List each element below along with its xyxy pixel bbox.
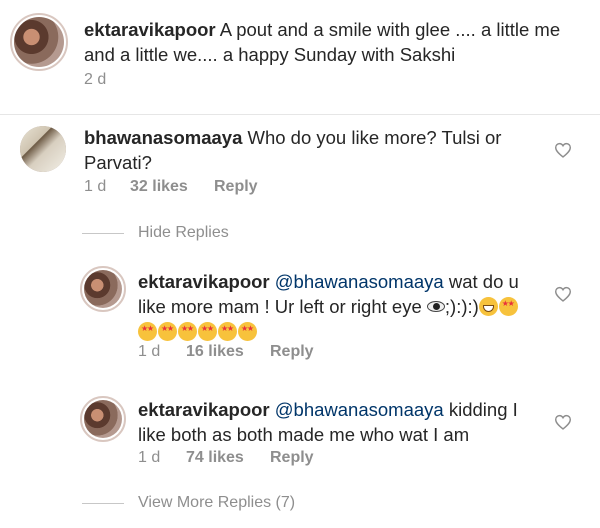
comment-avatar[interactable] [20, 126, 66, 172]
star-struck-icon [498, 297, 518, 316]
reply-text: ektaravikapoor @bhawanasomaaya kidding I… [138, 397, 538, 447]
reply-text: ektaravikapoor @bhawanasomaaya wat do u … [138, 269, 538, 344]
profile-photo [14, 17, 64, 67]
reply-likes[interactable]: 16 likes [186, 343, 270, 361]
star-struck-icon [178, 322, 197, 341]
profile-photo [84, 400, 122, 438]
reply-username[interactable]: ektaravikapoor [138, 399, 270, 420]
reply-meta: 1 d 16 likes Reply [138, 343, 314, 361]
reply-avatar[interactable] [80, 396, 126, 442]
comment-likes[interactable]: 32 likes [130, 178, 214, 196]
star-struck-icon [198, 322, 217, 341]
star-struck-icon [218, 322, 237, 341]
divider [0, 114, 600, 115]
comment-username[interactable]: bhawanasomaaya [84, 127, 242, 148]
grin-face-icon [478, 297, 498, 316]
reply-body-suffix: ;):):) [444, 296, 479, 317]
comment-timestamp: 1 d [84, 178, 107, 195]
star-struck-icon [138, 322, 157, 341]
reply-timestamp: 1 d [138, 449, 161, 466]
comment-text: bhawanasomaaya Who do you like more? Tul… [84, 125, 524, 175]
reply-mention[interactable]: @bhawanasomaaya [275, 271, 444, 292]
toggle-line [82, 232, 124, 234]
reply-likes[interactable]: 74 likes [186, 449, 270, 467]
reply-username[interactable]: ektaravikapoor [138, 271, 270, 292]
reply-mention[interactable]: @bhawanasomaaya [275, 399, 444, 420]
profile-photo [20, 126, 66, 172]
star-struck-icon [158, 322, 177, 341]
comment-meta: 1 d 32 likes Reply [84, 178, 258, 196]
reply-reply-button[interactable]: Reply [270, 449, 314, 467]
view-more-replies-label: View More Replies (7) [138, 494, 296, 511]
caption-username[interactable]: ektaravikapoor [84, 19, 216, 40]
caption-text: ektaravikapoor A pout and a smile with g… [84, 17, 584, 67]
toggle-line [82, 502, 124, 504]
caption-timestamp: 2 d [84, 71, 107, 88]
comment-reply-button[interactable]: Reply [214, 178, 258, 196]
caption-meta: 2 d [84, 71, 106, 89]
like-heart-icon[interactable] [554, 286, 572, 302]
like-heart-icon[interactable] [554, 414, 572, 430]
hide-replies-label: Hide Replies [138, 224, 229, 241]
hide-replies-button[interactable]: Hide Replies [82, 224, 229, 242]
reply-avatar[interactable] [80, 266, 126, 312]
reply-meta: 1 d 74 likes Reply [138, 449, 314, 467]
caption-avatar[interactable] [10, 13, 68, 71]
eye-emoji-icon [426, 301, 445, 312]
reply-timestamp: 1 d [138, 343, 161, 360]
star-struck-icon [238, 322, 257, 341]
view-more-replies-button[interactable]: View More Replies (7) [82, 494, 295, 512]
profile-photo [84, 270, 122, 308]
like-heart-icon[interactable] [554, 142, 572, 158]
reply-reply-button[interactable]: Reply [270, 343, 314, 361]
